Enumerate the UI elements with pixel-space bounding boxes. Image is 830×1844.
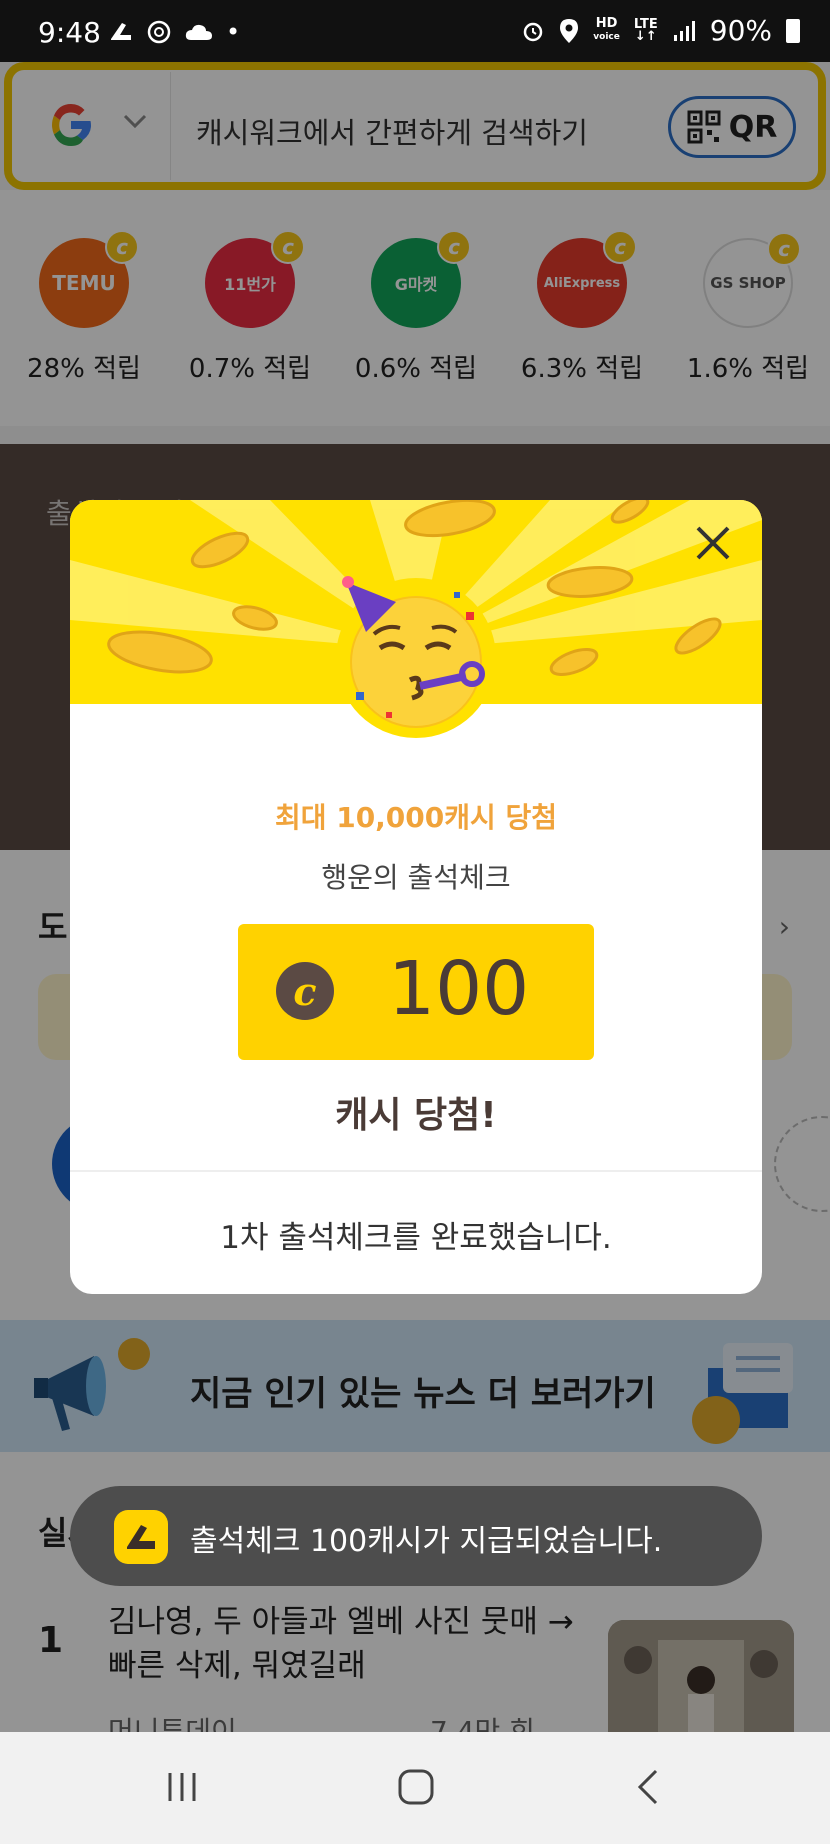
reward-result: 캐시 당첨!	[335, 1095, 497, 1136]
back-icon	[637, 1769, 658, 1805]
lte-icon: LTE ↓↑	[633, 16, 658, 44]
location-icon	[560, 18, 579, 43]
completion-message: 1차 출석체크를 완료했습니다.	[220, 1220, 612, 1256]
shoe-icon	[111, 23, 131, 40]
cash-coin-icon: c	[276, 962, 334, 1020]
settings-wheel-icon	[147, 20, 171, 44]
hd-voice-icon: HD voice	[593, 16, 620, 42]
reward-amount: 100	[388, 946, 530, 1032]
system-nav-bar	[0, 1732, 830, 1844]
attendance-reward-dialog: 최대 10,000캐시 당첨 행운의 출석체크 c 100 캐시 당첨! 1차 …	[70, 500, 762, 1294]
battery-icon	[786, 18, 800, 43]
close-icon[interactable]	[690, 520, 736, 566]
signal-icon	[673, 20, 695, 41]
back-button[interactable]	[620, 1762, 680, 1812]
alarm-icon	[524, 22, 543, 41]
recent-apps-button[interactable]	[152, 1762, 212, 1812]
promo-text: 최대 10,000캐시 당첨	[274, 801, 558, 834]
status-bar: 9:48 • HD voice LTE ↓↑ 90%	[0, 0, 830, 62]
notification-icons: •	[108, 18, 240, 46]
party-face-emoji-icon	[336, 576, 496, 738]
reward-amount-box: c 100	[238, 924, 594, 1060]
dialog-divider	[70, 1170, 762, 1172]
home-icon	[398, 1769, 434, 1805]
recent-apps-icon	[168, 1773, 196, 1801]
cloud-icon	[185, 24, 212, 40]
network-label: LTE	[633, 16, 658, 32]
home-button[interactable]	[386, 1762, 446, 1812]
toast-message: 출석체크 100캐시가 지급되었습니다.	[190, 1524, 663, 1559]
dialog-subtitle: 행운의 출석체크	[321, 861, 511, 894]
shoe-icon	[127, 1525, 155, 1549]
hd-label: HD	[595, 16, 618, 31]
toast-notification: 출석체크 100캐시가 지급되었습니다.	[70, 1486, 762, 1586]
cashwalk-app-icon	[114, 1510, 168, 1564]
battery-percent: 90%	[709, 14, 772, 47]
system-icons: HD voice LTE ↓↑ 90%	[521, 14, 800, 47]
dot-icon: •	[226, 18, 241, 46]
status-time: 9:48	[38, 16, 101, 49]
